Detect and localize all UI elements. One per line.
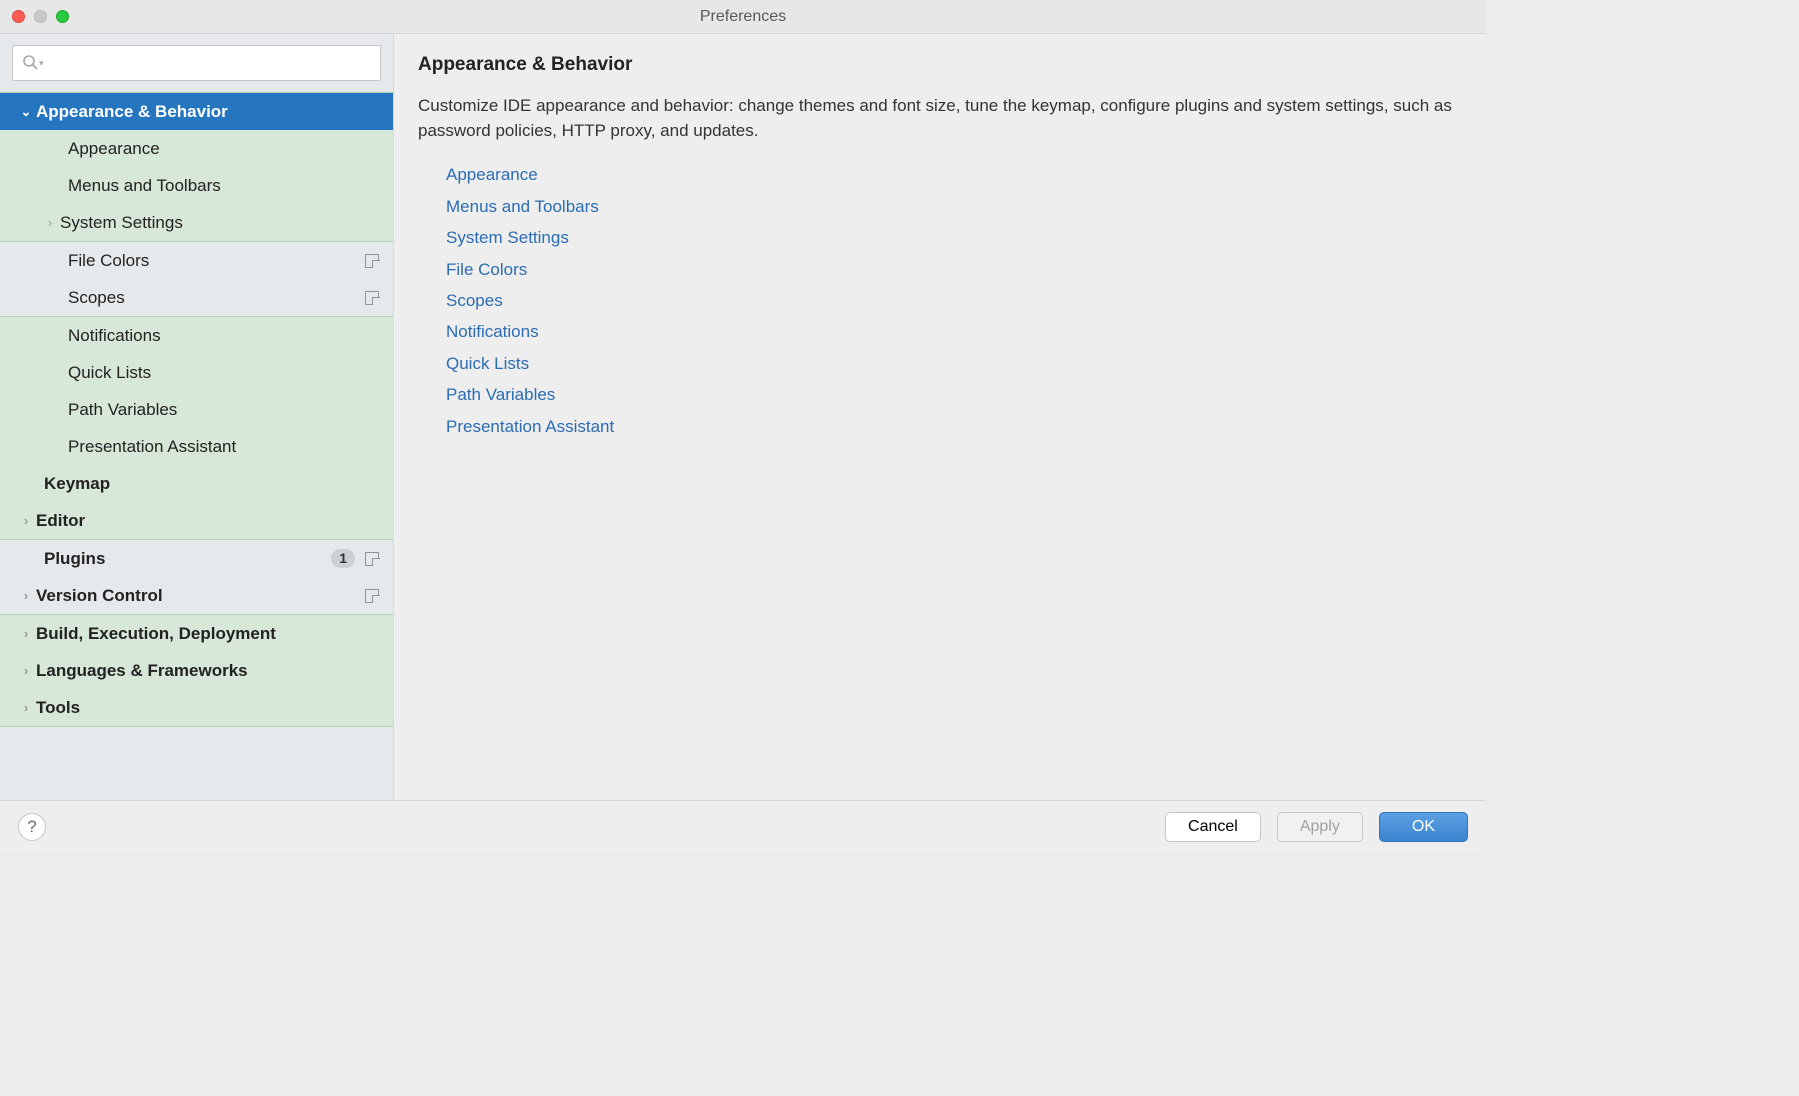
link-quick-lists[interactable]: Quick Lists <box>446 348 1462 379</box>
tree-section-scopes: File Colors Scopes <box>0 242 393 316</box>
link-file-colors[interactable]: File Colors <box>446 254 1462 285</box>
tree-item-label: Notifications <box>68 326 161 346</box>
tree-item-scopes[interactable]: Scopes <box>0 279 393 316</box>
tree-item-label: Build, Execution, Deployment <box>36 624 276 644</box>
content-description: Customize IDE appearance and behavior: c… <box>418 94 1462 143</box>
tree-item-system-settings[interactable]: › System Settings <box>0 204 393 241</box>
content-link-list: Appearance Menus and Toolbars System Set… <box>418 159 1462 442</box>
link-system-settings[interactable]: System Settings <box>446 222 1462 253</box>
tree-item-lang-frameworks[interactable]: › Languages & Frameworks <box>0 652 393 689</box>
tree-item-label: Path Variables <box>68 400 177 420</box>
tree-item-appearance-behavior[interactable]: ⌄ Appearance & Behavior <box>0 93 393 130</box>
tree-item-label: File Colors <box>68 251 149 271</box>
tree-item-label: System Settings <box>60 213 183 233</box>
chevron-right-icon: › <box>16 513 36 528</box>
project-level-icon <box>365 552 379 566</box>
tree-item-label: Keymap <box>44 474 110 494</box>
chevron-right-icon: › <box>16 626 36 641</box>
titlebar: Preferences <box>0 0 1486 34</box>
search-wrap: ▾ <box>0 45 393 92</box>
tree-item-plugins[interactable]: Plugins 1 <box>0 540 393 577</box>
chevron-right-icon: › <box>16 700 36 715</box>
tree-section-appearance-behavior: ⌄ Appearance & Behavior Appearance Menus… <box>0 92 393 242</box>
tree-item-label: Editor <box>36 511 85 531</box>
tree-item-label: Languages & Frameworks <box>36 661 248 681</box>
link-path-variables[interactable]: Path Variables <box>446 379 1462 410</box>
tree-item-file-colors[interactable]: File Colors <box>0 242 393 279</box>
plugins-update-badge: 1 <box>331 549 355 568</box>
window-controls <box>0 10 69 23</box>
tree-item-label: Plugins <box>44 549 105 569</box>
tree-item-label: Menus and Toolbars <box>68 176 221 196</box>
tree-item-label: Version Control <box>36 586 163 606</box>
help-icon: ? <box>27 817 36 837</box>
tree-item-editor[interactable]: › Editor <box>0 502 393 539</box>
search-box[interactable]: ▾ <box>12 45 381 81</box>
tree-item-version-control[interactable]: › Version Control <box>0 577 393 614</box>
tree-section-plugins: Plugins 1 › Version Control <box>0 540 393 614</box>
sidebar-empty-space <box>0 727 393 767</box>
ok-button[interactable]: OK <box>1379 812 1468 842</box>
dialog-footer: ? Cancel Apply OK <box>0 800 1486 852</box>
main-area: ▾ ⌄ Appearance & Behavior Appearance Men… <box>0 34 1486 800</box>
cancel-button[interactable]: Cancel <box>1165 812 1261 842</box>
tree-item-presentation-assistant[interactable]: Presentation Assistant <box>0 428 393 465</box>
chevron-right-icon: › <box>40 215 60 230</box>
tree-item-notifications[interactable]: Notifications <box>0 317 393 354</box>
tree-item-label: Appearance <box>68 139 160 159</box>
chevron-right-icon: › <box>16 588 36 603</box>
tree-item-label: Tools <box>36 698 80 718</box>
tree-item-quick-lists[interactable]: Quick Lists <box>0 354 393 391</box>
link-scopes[interactable]: Scopes <box>446 285 1462 316</box>
link-appearance[interactable]: Appearance <box>446 159 1462 190</box>
link-notifications[interactable]: Notifications <box>446 316 1462 347</box>
tree-item-path-variables[interactable]: Path Variables <box>0 391 393 428</box>
tree-item-appearance[interactable]: Appearance <box>0 130 393 167</box>
tree-item-menus-toolbars[interactable]: Menus and Toolbars <box>0 167 393 204</box>
settings-tree: ⌄ Appearance & Behavior Appearance Menus… <box>0 92 393 800</box>
help-button[interactable]: ? <box>18 813 46 841</box>
sidebar: ▾ ⌄ Appearance & Behavior Appearance Men… <box>0 34 394 800</box>
tree-item-label: Appearance & Behavior <box>36 102 228 122</box>
content-title: Appearance & Behavior <box>418 54 1462 76</box>
tree-item-label: Presentation Assistant <box>68 437 236 457</box>
close-window-button[interactable] <box>12 10 25 23</box>
tree-item-label: Quick Lists <box>68 363 151 383</box>
tree-item-keymap[interactable]: Keymap <box>0 465 393 502</box>
tree-item-label: Scopes <box>68 288 125 308</box>
apply-button[interactable]: Apply <box>1277 812 1363 842</box>
project-level-icon <box>365 291 379 305</box>
chevron-down-icon: ⌄ <box>16 104 36 120</box>
tree-section-tools: › Build, Execution, Deployment › Languag… <box>0 614 393 727</box>
project-level-icon <box>365 254 379 268</box>
chevron-right-icon: › <box>16 663 36 678</box>
tree-section-editor: Notifications Quick Lists Path Variables… <box>0 316 393 540</box>
search-dropdown-caret-icon[interactable]: ▾ <box>39 58 44 69</box>
content-panel: Appearance & Behavior Customize IDE appe… <box>394 34 1486 800</box>
search-input[interactable] <box>50 54 372 72</box>
tree-item-tools[interactable]: › Tools <box>0 689 393 726</box>
link-menus-toolbars[interactable]: Menus and Toolbars <box>446 191 1462 222</box>
tree-item-build-exec-deploy[interactable]: › Build, Execution, Deployment <box>0 615 393 652</box>
minimize-window-button[interactable] <box>34 10 47 23</box>
window-title: Preferences <box>0 8 1486 26</box>
link-presentation-assistant[interactable]: Presentation Assistant <box>446 411 1462 442</box>
search-icon <box>21 53 41 73</box>
maximize-window-button[interactable] <box>56 10 69 23</box>
project-level-icon <box>365 589 379 603</box>
